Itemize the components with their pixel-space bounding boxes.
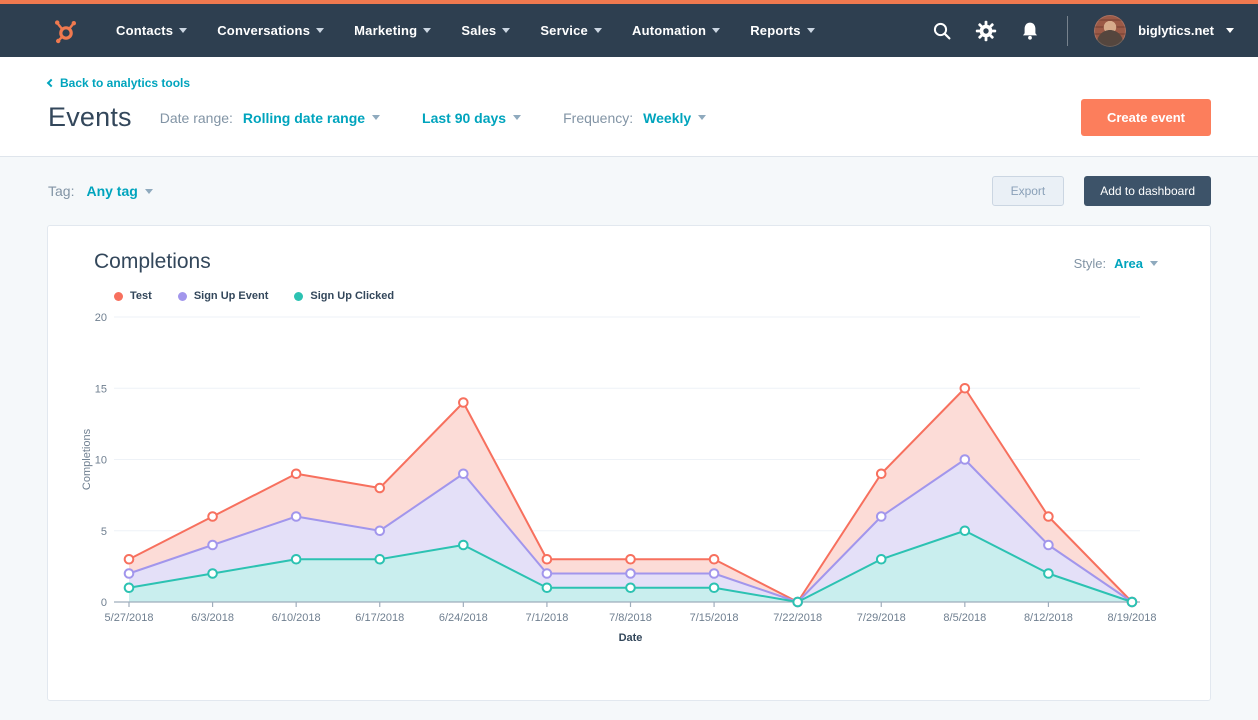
- nav-item-label: Contacts: [116, 23, 173, 38]
- tag-value: Any tag: [86, 183, 137, 199]
- page-header: Back to analytics tools Events Date rang…: [0, 57, 1258, 157]
- chevron-down-icon: [145, 189, 153, 194]
- chevron-down-icon: [423, 28, 431, 33]
- legend-item[interactable]: Sign Up Clicked: [294, 290, 394, 302]
- style-dropdown[interactable]: Area: [1114, 256, 1158, 271]
- svg-text:7/22/2018: 7/22/2018: [773, 612, 822, 624]
- date-range-dropdown[interactable]: Rolling date range: [243, 110, 380, 126]
- nav-menu: Contacts Conversations Marketing Sales S…: [116, 23, 815, 38]
- svg-text:10: 10: [95, 455, 107, 467]
- date-preset-value: Last 90 days: [422, 110, 506, 126]
- svg-text:7/15/2018: 7/15/2018: [690, 612, 739, 624]
- nav-item-label: Sales: [461, 23, 496, 38]
- svg-text:20: 20: [95, 312, 107, 324]
- svg-text:5: 5: [101, 526, 107, 538]
- chevron-down-icon: [372, 115, 380, 120]
- svg-text:7/29/2018: 7/29/2018: [857, 612, 906, 624]
- nav-item-label: Conversations: [217, 23, 310, 38]
- frequency-dropdown[interactable]: Weekly: [643, 110, 706, 126]
- svg-text:6/24/2018: 6/24/2018: [439, 612, 488, 624]
- nav-item-service[interactable]: Service: [540, 23, 602, 38]
- main-navbar: Contacts Conversations Marketing Sales S…: [0, 4, 1258, 57]
- chevron-down-icon: [502, 28, 510, 33]
- chevron-down-icon: [698, 115, 706, 120]
- frequency-value: Weekly: [643, 110, 691, 126]
- panel-title: Completions: [94, 250, 211, 274]
- back-to-analytics-link[interactable]: Back to analytics tools: [48, 76, 190, 90]
- nav-item-marketing[interactable]: Marketing: [354, 23, 431, 38]
- legend-item[interactable]: Test: [114, 290, 152, 302]
- chart-area: 0 5 10 15 20 5/27/2018 6/3/2018 6/10/2018 6/17/2…: [72, 304, 1186, 654]
- toolbar: Tag: Any tag Export Add to dashboard: [0, 157, 1258, 225]
- nav-item-automation[interactable]: Automation: [632, 23, 720, 38]
- legend-label: Sign Up Event: [194, 290, 269, 302]
- chevron-down-icon: [513, 115, 521, 120]
- nav-item-conversations[interactable]: Conversations: [217, 23, 324, 38]
- style-value: Area: [1114, 256, 1143, 271]
- search-icon[interactable]: [931, 20, 953, 42]
- style-label: Style:: [1074, 256, 1107, 271]
- header-filters: Date range: Rolling date range Last 90 d…: [160, 110, 706, 126]
- legend-dot-icon: [178, 292, 187, 301]
- nav-item-label: Service: [540, 23, 588, 38]
- back-link-label: Back to analytics tools: [60, 76, 190, 90]
- svg-text:7/8/2018: 7/8/2018: [609, 612, 652, 624]
- hubspot-logo-icon[interactable]: [50, 15, 82, 47]
- svg-text:Date: Date: [619, 632, 643, 644]
- completions-chart[interactable]: 0 5 10 15 20 5/27/2018 6/3/2018 6/10/2018 6/17/2…: [72, 304, 1188, 649]
- svg-text:6/3/2018: 6/3/2018: [191, 612, 234, 624]
- tag-filter: Tag: Any tag: [48, 183, 153, 199]
- legend-dot-icon: [294, 292, 303, 301]
- page-title: Events: [48, 102, 132, 133]
- date-range-value: Rolling date range: [243, 110, 365, 126]
- chevron-down-icon: [1150, 261, 1158, 266]
- user-avatar: [1094, 15, 1126, 47]
- svg-text:8/12/2018: 8/12/2018: [1024, 612, 1073, 624]
- nav-item-contacts[interactable]: Contacts: [116, 23, 187, 38]
- date-range-label: Date range:: [160, 110, 233, 126]
- chevron-down-icon: [1226, 28, 1234, 33]
- notifications-icon[interactable]: [1019, 20, 1041, 42]
- nav-item-reports[interactable]: Reports: [750, 23, 815, 38]
- nav-item-label: Marketing: [354, 23, 417, 38]
- date-preset-dropdown[interactable]: Last 90 days: [422, 110, 521, 126]
- settings-icon[interactable]: [975, 20, 997, 42]
- legend-dot-icon: [114, 292, 123, 301]
- frequency-label: Frequency:: [563, 110, 633, 126]
- chevron-down-icon: [179, 28, 187, 33]
- svg-text:0: 0: [101, 597, 107, 609]
- legend-label: Sign Up Clicked: [310, 290, 394, 302]
- chart-legend: Test Sign Up Event Sign Up Clicked: [114, 290, 1186, 302]
- chevron-down-icon: [594, 28, 602, 33]
- account-menu[interactable]: biglytics.net: [1094, 15, 1234, 47]
- svg-text:5/27/2018: 5/27/2018: [105, 612, 154, 624]
- nav-item-label: Reports: [750, 23, 801, 38]
- svg-text:8/19/2018: 8/19/2018: [1108, 612, 1157, 624]
- svg-text:Completions: Completions: [81, 428, 93, 490]
- svg-text:7/1/2018: 7/1/2018: [526, 612, 569, 624]
- navbar-divider: [1067, 16, 1068, 46]
- tag-dropdown[interactable]: Any tag: [86, 183, 152, 199]
- legend-label: Test: [130, 290, 152, 302]
- svg-text:15: 15: [95, 383, 107, 395]
- chevron-down-icon: [807, 28, 815, 33]
- completions-panel: Completions Style: Area Test Sign Up Even…: [47, 225, 1211, 701]
- navbar-right: biglytics.net: [931, 15, 1234, 47]
- chevron-left-icon: [47, 79, 55, 87]
- svg-text:6/17/2018: 6/17/2018: [355, 612, 404, 624]
- nav-item-label: Automation: [632, 23, 706, 38]
- chevron-down-icon: [712, 28, 720, 33]
- tag-label: Tag:: [48, 183, 74, 199]
- legend-item[interactable]: Sign Up Event: [178, 290, 269, 302]
- nav-item-sales[interactable]: Sales: [461, 23, 510, 38]
- add-to-dashboard-button[interactable]: Add to dashboard: [1084, 176, 1211, 206]
- account-name: biglytics.net: [1138, 23, 1214, 38]
- create-event-button[interactable]: Create event: [1081, 99, 1211, 136]
- svg-text:8/5/2018: 8/5/2018: [943, 612, 986, 624]
- export-button[interactable]: Export: [992, 176, 1065, 206]
- svg-text:6/10/2018: 6/10/2018: [272, 612, 321, 624]
- chevron-down-icon: [316, 28, 324, 33]
